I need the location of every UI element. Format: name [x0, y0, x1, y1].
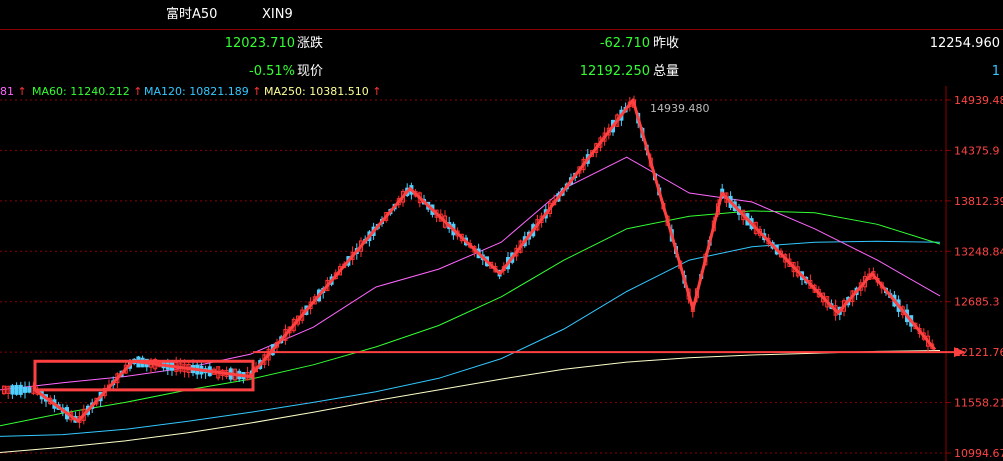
grid-lines	[0, 99, 951, 454]
candle-body	[27, 387, 32, 393]
candle-body	[14, 384, 19, 395]
price-tick-label: 14375.9	[954, 144, 1000, 157]
candle-body	[23, 386, 27, 393]
candlesticks	[2, 95, 935, 429]
trend-zigzag	[34, 98, 937, 423]
kline-chart[interactable]: 14939.4814375.913812.3913248.8412685.312…	[0, 0, 1003, 461]
price-axis-labels: 14939.4814375.913812.3913248.8412685.312…	[954, 94, 1003, 460]
candle-body	[10, 385, 15, 395]
high-annotation: 14939.480	[650, 102, 710, 115]
price-tick-label: 11558.21	[954, 397, 1003, 410]
price-tick-label: 12685.3	[954, 296, 1000, 309]
candle-body	[18, 384, 23, 395]
price-tick-label: 13812.39	[954, 195, 1003, 208]
price-tick-label: 13248.84	[954, 245, 1003, 258]
price-tick-label: 10994.67	[954, 447, 1003, 460]
moving-average-lines	[0, 156, 941, 453]
trend-annotations	[33, 98, 966, 423]
price-tick-label: 14939.48	[954, 94, 1003, 107]
